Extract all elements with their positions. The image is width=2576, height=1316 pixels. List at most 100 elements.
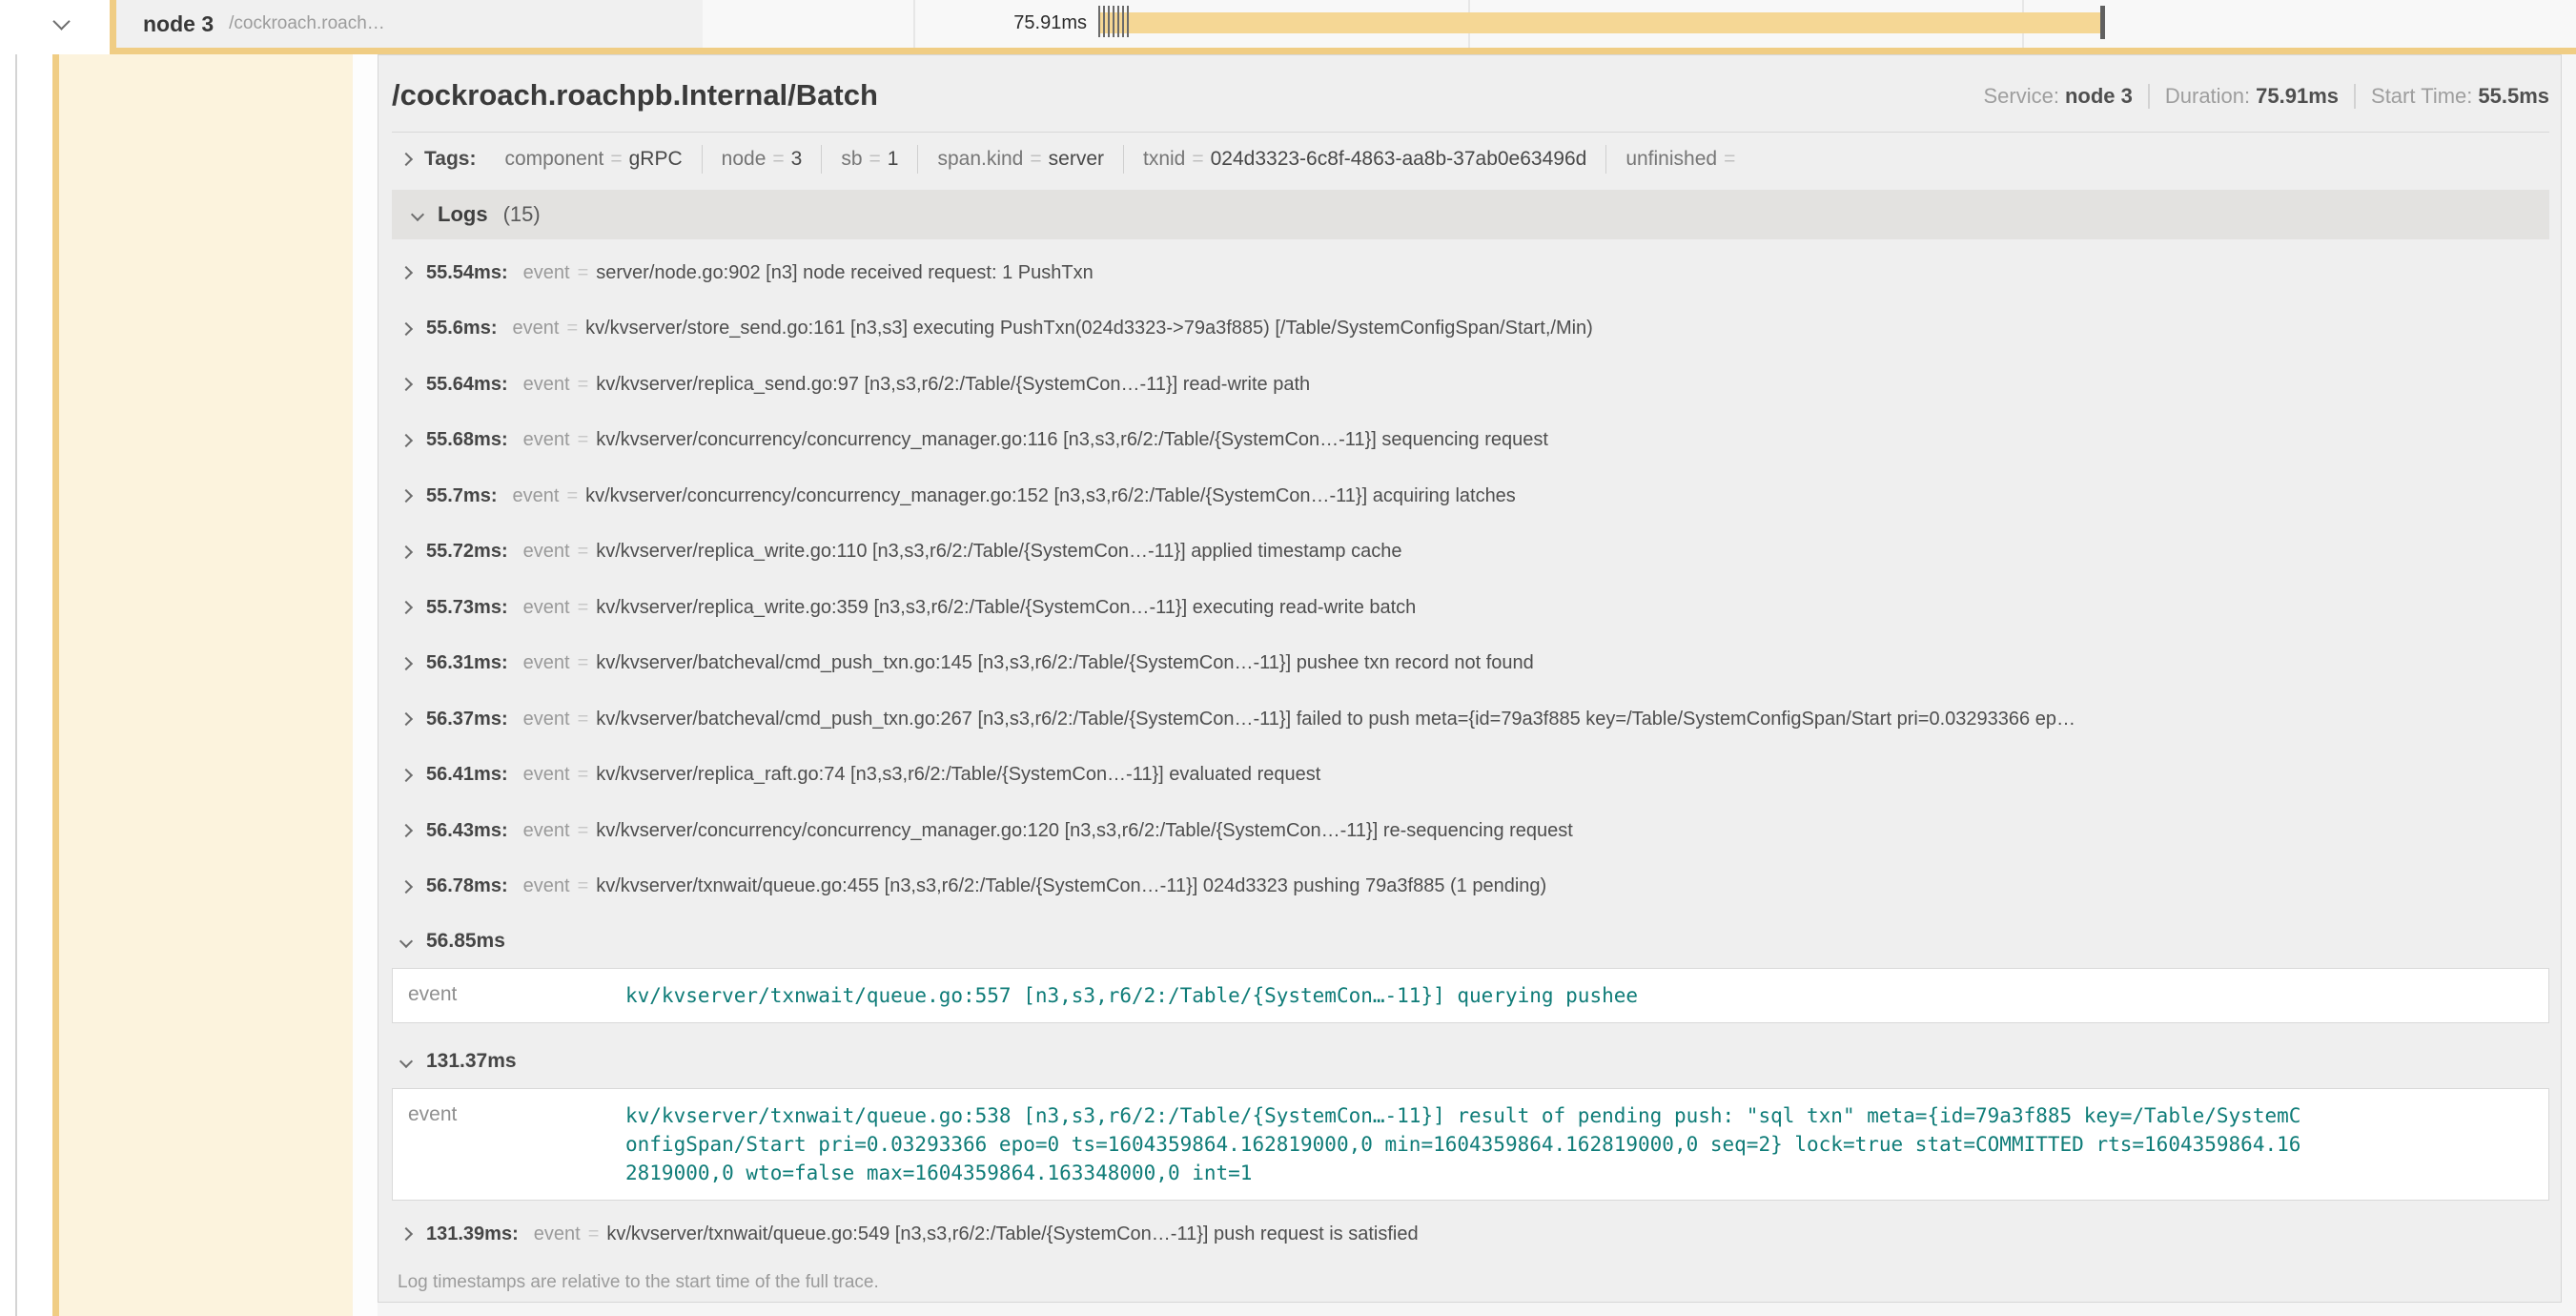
log-timestamp: 56.31ms: (426, 652, 508, 674)
log-field-key: event (523, 374, 570, 396)
log-field-key: event (408, 981, 625, 1006)
log-marker-tick (1117, 6, 1119, 37)
detail-row-background (59, 54, 353, 1316)
equals-sign: = (1030, 148, 1041, 170)
tag-item: component=gRPC (485, 145, 702, 174)
tag-item: node=3 (703, 145, 823, 174)
log-timestamp: 56.85ms (426, 930, 505, 953)
log-timestamp: 55.64ms: (426, 374, 508, 396)
log-fields-table: eventkv/kvserver/txnwait/queue.go:538 [n… (392, 1088, 2549, 1201)
log-timestamp: 131.39ms: (426, 1223, 519, 1245)
timeline-gridline (913, 0, 915, 48)
log-timestamp: 56.78ms: (426, 875, 508, 897)
log-entry-row[interactable]: 55.64ms: event = kv/kvserver/replica_send.g… (392, 357, 2549, 413)
log-field-value: kv/kvserver/txnwait/queue.go:549 [n3,s3,… (606, 1223, 1418, 1245)
log-timestamp: 56.37ms: (426, 709, 508, 730)
log-entry-row[interactable]: 56.37ms:event=kv/kvserver/batcheval/cmd_… (392, 691, 2549, 748)
log-entry-row[interactable]: 56.41ms:event=kv/kvserver/replica_raft.g… (392, 748, 2549, 804)
log-entry-row[interactable]: 55.7ms:event=kv/kvserver/concurrency/con… (392, 468, 2549, 524)
span-accent-rule (110, 48, 2576, 54)
log-entry-header[interactable]: 56.85ms (392, 915, 2549, 968)
equals-sign: = (578, 429, 589, 451)
chevron-right-icon (399, 266, 413, 279)
span-bar[interactable] (1098, 12, 2102, 33)
equals-sign: = (578, 374, 589, 396)
log-timestamp: 131.37ms (426, 1050, 517, 1073)
span-name-cell[interactable]: node 3 /cockroach.roach… (110, 0, 703, 48)
tag-value: 3 (791, 148, 803, 170)
tag-value: 024d3323-6c8f-4863-aa8b-37ab0e63496d (1211, 148, 1587, 170)
chevron-right-icon (399, 657, 413, 670)
log-marker-tick (1108, 6, 1110, 37)
tags-list: component=gRPCnode=3sb=1span.kind=server… (485, 145, 1761, 174)
panel-resize-divider[interactable] (15, 0, 17, 1316)
log-list: 55.54ms:event=server/node.go:902 [n3] no… (392, 245, 2549, 1263)
log-timestamp: 56.43ms: (426, 820, 508, 842)
logs-count: (15) (503, 202, 541, 227)
log-entry-row[interactable]: 55.54ms:event=server/node.go:902 [n3] no… (392, 245, 2549, 301)
duration-value: 75.91ms (2256, 84, 2339, 108)
log-marker-tick (1113, 6, 1114, 37)
chevron-down-icon[interactable] (52, 12, 70, 30)
span-row: node 3 /cockroach.roach… 75.91ms (0, 0, 2576, 54)
log-field-value: kv/kvserver/batcheval/cmd_push_txn.go:26… (596, 709, 2075, 730)
log-entry-header[interactable]: 131.37ms (392, 1035, 2549, 1088)
equals-sign: = (578, 709, 589, 730)
log-entry-row[interactable]: 131.39ms: event = kv/kvserver/txnwait/queue… (392, 1206, 2549, 1263)
log-field-key: event (523, 541, 570, 563)
log-field-key: event (523, 764, 570, 786)
log-field-value: kv/kvserver/replica_write.go:359 [n3,s3,… (596, 597, 1416, 619)
tag-item: txnid=024d3323-6c8f-4863-aa8b-37ab0e6349… (1124, 145, 1606, 174)
log-entry-row[interactable]: 56.31ms:event=kv/kvserver/batcheval/cmd_… (392, 636, 2549, 692)
tag-value: gRPC (629, 148, 683, 170)
tag-item: sb=1 (822, 145, 918, 174)
meta-separator (2354, 84, 2356, 109)
span-operation-name: /cockroach.roach… (229, 13, 385, 34)
span-title: /cockroach.roachpb.Internal/Batch (392, 78, 878, 113)
equals-sign: = (610, 148, 622, 170)
equals-sign: = (566, 485, 578, 507)
log-field-key: event (523, 429, 570, 451)
chevron-down-icon (399, 1055, 413, 1068)
span-duration-label: 75.91ms (953, 12, 1087, 34)
equals-sign: = (588, 1223, 600, 1245)
span-meta: Service:node 3 Duration:75.91ms Start Ti… (1983, 84, 2549, 109)
log-field-key: event (534, 1223, 581, 1245)
start-time-value: 55.5ms (2478, 84, 2549, 108)
equals-sign: = (869, 148, 881, 170)
log-entry-row[interactable]: 56.43ms:event=kv/kvserver/concurrency/co… (392, 803, 2549, 859)
log-entry-row[interactable]: 55.68ms:event=kv/kvserver/concurrency/co… (392, 413, 2549, 469)
tags-toggle-row[interactable]: Tags: component=gRPCnode=3sb=1span.kind=… (392, 145, 2549, 174)
chevron-right-icon (399, 769, 413, 782)
tag-key: sb (841, 148, 862, 170)
tag-item: span.kind=server (918, 145, 1124, 174)
chevron-right-icon (399, 601, 413, 614)
log-timestamp: 56.41ms: (426, 764, 508, 786)
log-field-value: server/node.go:902 [n3] node received re… (596, 262, 1093, 284)
log-field-value: kv/kvserver/replica_send.go:97 [n3,s3,r6… (596, 374, 1310, 396)
log-entry-row[interactable]: 55.73ms:event=kv/kvserver/replica_write.… (392, 580, 2549, 636)
span-accent-stripe (52, 54, 59, 1316)
service-value: node 3 (2065, 84, 2133, 108)
chevron-right-icon (399, 434, 413, 447)
tag-value: server (1049, 148, 1104, 170)
log-entry-row[interactable]: 56.78ms:event=kv/kvserver/txnwait/queue.… (392, 859, 2549, 915)
tags-label: Tags: (424, 148, 476, 171)
equals-sign: = (578, 875, 589, 897)
log-marker-tick (1127, 6, 1129, 37)
log-marker-tick (1103, 6, 1105, 37)
chevron-right-icon (399, 712, 413, 726)
equals-sign: = (578, 262, 589, 284)
chevron-right-icon (399, 489, 413, 503)
log-timestamp: 55.7ms: (426, 485, 498, 507)
log-field-value: kv/kvserver/batcheval/cmd_push_txn.go:14… (596, 652, 1534, 674)
log-entry-row[interactable]: 55.72ms:event=kv/kvserver/replica_write.… (392, 524, 2549, 581)
span-detail-header: /cockroach.roachpb.Internal/Batch Servic… (392, 78, 2549, 113)
equals-sign: = (566, 318, 578, 339)
log-entry-row[interactable]: 55.6ms:event=kv/kvserver/store_send.go:1… (392, 301, 2549, 358)
logs-toggle-header[interactable]: Logs (15) (392, 190, 2549, 239)
log-field-value: kv/kvserver/replica_write.go:110 [n3,s3,… (596, 541, 1401, 563)
left-gutter (0, 54, 52, 1316)
log-field-key: event (523, 820, 570, 842)
equals-sign: = (772, 148, 784, 170)
